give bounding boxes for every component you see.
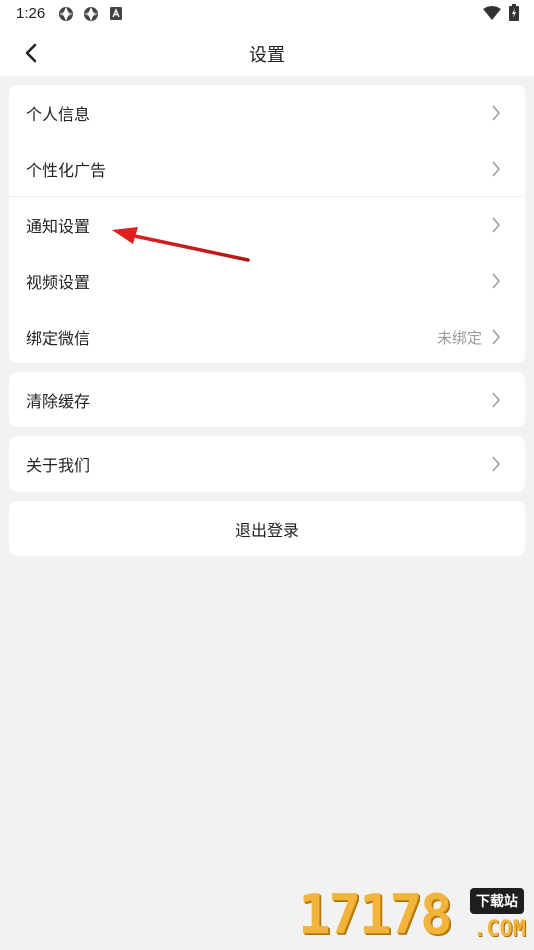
watermark-suffix: .COM — [473, 917, 526, 942]
row-label: 绑定微信 — [26, 331, 91, 348]
row-label: 通知设置 — [26, 219, 91, 236]
settings-card-cache: 清除缓存 — [9, 372, 525, 427]
wifi-icon — [483, 6, 501, 25]
watermark-digits: 17178 — [298, 883, 453, 946]
settings-row-personal-info[interactable]: 个人信息 — [9, 85, 525, 141]
chevron-right-icon — [492, 105, 500, 121]
chevron-right-icon — [492, 456, 500, 472]
page-title: 设置 — [249, 45, 285, 65]
app-header: 设置 — [0, 28, 534, 76]
settings-card-about: 关于我们 — [9, 436, 525, 492]
aperture-icon — [83, 6, 99, 27]
settings-row-notifications[interactable]: 通知设置 — [9, 197, 525, 253]
logout-button[interactable]: 退出登录 — [9, 501, 525, 556]
annotation-arrow-icon — [112, 227, 250, 262]
site-watermark: 17178 下载站 .COM — [298, 883, 528, 946]
row-label: 视频设置 — [26, 275, 91, 292]
chevron-right-icon — [492, 329, 500, 345]
row-label: 关于我们 — [26, 458, 91, 475]
settings-row-video[interactable]: 视频设置 — [9, 253, 525, 309]
battery-icon — [509, 4, 519, 26]
status-bar: 1:26 — [0, 0, 534, 28]
status-time: 1:26 — [16, 5, 46, 22]
row-label: 个人信息 — [26, 107, 91, 124]
settings-row-bind-wechat[interactable]: 绑定微信 未绑定 — [9, 309, 525, 365]
settings-row-personalized-ads[interactable]: 个性化广告 — [9, 141, 525, 197]
settings-row-about-us[interactable]: 关于我们 — [9, 436, 525, 492]
row-label: 个性化广告 — [26, 163, 107, 180]
chevron-right-icon — [492, 217, 500, 233]
notification-a-icon — [110, 7, 122, 25]
bind-status-value: 未绑定 — [436, 329, 482, 347]
watermark-badge: 下载站 — [470, 888, 524, 914]
settings-row-clear-cache[interactable]: 清除缓存 — [9, 372, 525, 427]
chevron-right-icon — [492, 273, 500, 289]
chevron-right-icon — [492, 392, 500, 408]
aperture-icon — [58, 6, 74, 27]
settings-card-main: 个人信息 个性化广告 通知设置 视频设置 绑定微信 未绑定 — [9, 85, 525, 363]
row-label: 清除缓存 — [26, 393, 91, 411]
chevron-right-icon — [492, 161, 500, 177]
